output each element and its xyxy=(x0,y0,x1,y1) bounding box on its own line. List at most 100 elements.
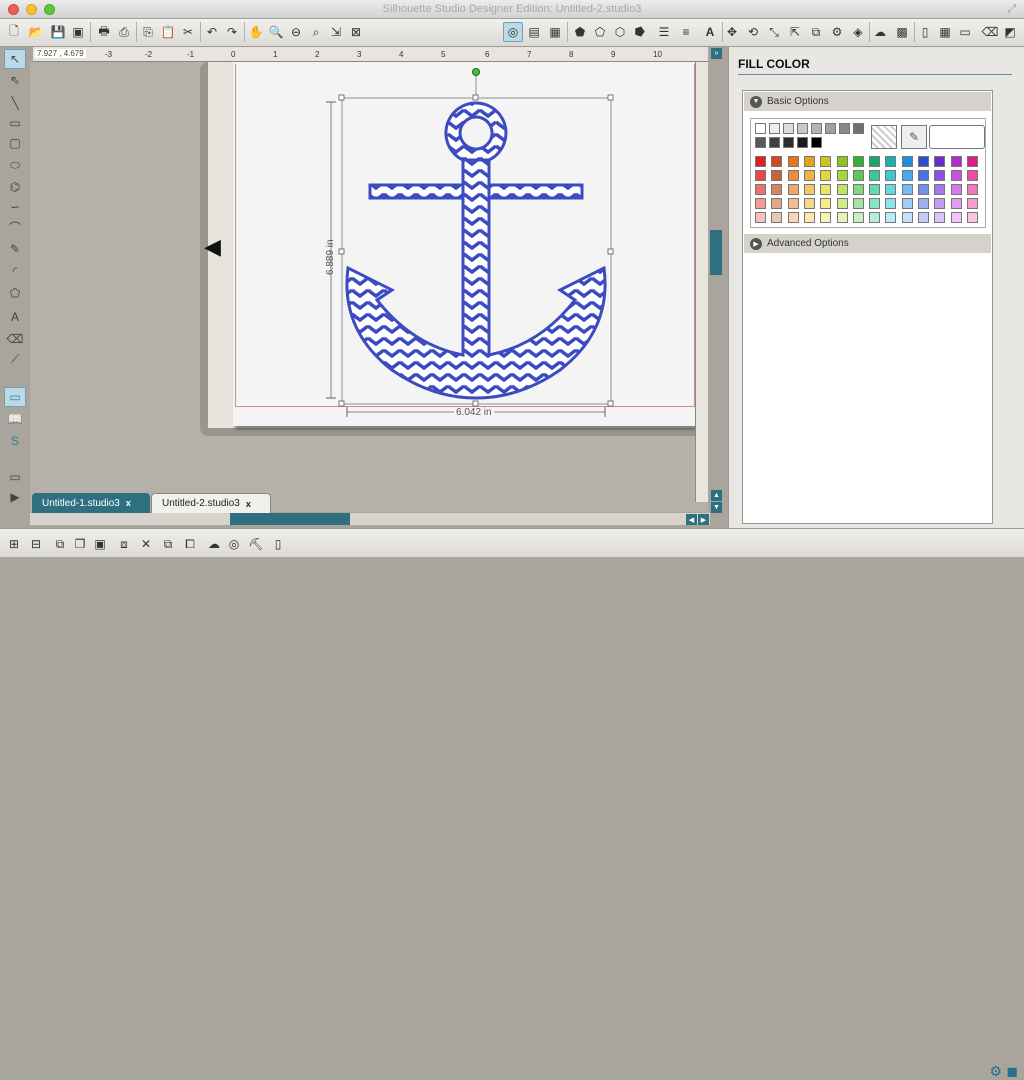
color-swatch[interactable] xyxy=(836,212,848,223)
color-swatch[interactable] xyxy=(803,212,815,223)
color-swatch[interactable] xyxy=(918,212,929,223)
color-swatch[interactable] xyxy=(966,170,978,181)
color-swatch[interactable] xyxy=(797,137,808,148)
color-swatch[interactable] xyxy=(852,170,864,181)
color-swatch[interactable] xyxy=(901,184,913,195)
tab-untitled-2[interactable]: Untitled-2.studio3 x xyxy=(151,493,271,513)
color-swatch[interactable] xyxy=(755,156,766,167)
tab-untitled-1[interactable]: Untitled-1.studio3 x xyxy=(32,493,150,513)
color-swatch[interactable] xyxy=(771,184,783,195)
color-swatch[interactable] xyxy=(934,184,946,195)
align-icon[interactable]: ⧉ xyxy=(50,534,70,554)
color-swatch[interactable] xyxy=(918,198,929,209)
color-swatch[interactable] xyxy=(966,212,978,223)
color-swatch[interactable] xyxy=(820,198,832,209)
scroll-up-icon[interactable]: ▲ xyxy=(711,490,722,501)
color-swatch[interactable] xyxy=(852,156,864,167)
color-swatch[interactable] xyxy=(836,184,848,195)
scroll-down-icon[interactable]: ▼ xyxy=(711,502,722,513)
color-swatch[interactable] xyxy=(885,170,897,181)
color-swatch[interactable] xyxy=(885,184,897,195)
color-swatch[interactable] xyxy=(825,123,836,134)
color-swatch[interactable] xyxy=(787,170,799,181)
color-swatch[interactable] xyxy=(934,170,946,181)
anchor-shape[interactable] xyxy=(345,101,607,400)
color-swatch[interactable] xyxy=(771,212,783,223)
color-swatch[interactable] xyxy=(803,198,815,209)
scroll-left-icon[interactable]: ◀ xyxy=(686,514,697,525)
ungroup-icon[interactable]: ⊟ xyxy=(26,534,46,554)
color-swatch[interactable] xyxy=(803,156,815,167)
scroll-thumb[interactable] xyxy=(230,513,350,525)
color-swatch[interactable] xyxy=(787,156,799,167)
advanced-options-header[interactable]: ▶ Advanced Options xyxy=(744,234,991,253)
color-swatch[interactable] xyxy=(869,212,881,223)
close-tab-icon[interactable]: x xyxy=(126,498,131,508)
eyedropper-icon[interactable]: ✎ xyxy=(901,125,927,149)
color-swatch[interactable] xyxy=(918,156,929,167)
color-swatch[interactable] xyxy=(885,156,897,167)
close-tab-icon[interactable]: x xyxy=(246,499,251,509)
color-swatch[interactable] xyxy=(787,198,799,209)
color-swatch[interactable] xyxy=(803,170,815,181)
color-swatch[interactable] xyxy=(783,123,794,134)
color-swatch[interactable] xyxy=(966,156,978,167)
color-swatch[interactable] xyxy=(885,212,897,223)
color-swatch[interactable] xyxy=(769,137,780,148)
color-swatch[interactable] xyxy=(771,198,783,209)
color-swatch[interactable] xyxy=(820,170,832,181)
duplicate-icon[interactable]: ❐ xyxy=(70,534,90,554)
color-swatch[interactable] xyxy=(852,184,864,195)
color-swatch[interactable] xyxy=(934,212,946,223)
color-swatch[interactable] xyxy=(901,170,913,181)
weld-icon[interactable]: ⧈ xyxy=(114,534,134,554)
no-fill-swatch[interactable] xyxy=(871,125,897,149)
group-icon[interactable]: ⊞ xyxy=(4,534,24,554)
scroll-right-icon[interactable]: ▶ xyxy=(698,514,709,525)
color-swatch[interactable] xyxy=(869,170,881,181)
color-swatch[interactable] xyxy=(934,198,946,209)
color-swatch[interactable] xyxy=(755,198,766,209)
color-swatch[interactable] xyxy=(966,198,978,209)
basic-options-header[interactable]: ▼ Basic Options xyxy=(744,92,991,111)
color-swatch[interactable] xyxy=(811,137,822,148)
color-swatch[interactable] xyxy=(950,198,962,209)
color-swatch[interactable] xyxy=(901,198,913,209)
color-swatch[interactable] xyxy=(901,212,913,223)
color-swatch[interactable] xyxy=(755,123,766,134)
color-swatch[interactable] xyxy=(771,170,783,181)
color-swatch[interactable] xyxy=(769,123,780,134)
color-swatch[interactable] xyxy=(803,184,815,195)
rotate-handle[interactable] xyxy=(472,68,480,76)
color-swatch[interactable] xyxy=(950,184,962,195)
color-swatch[interactable] xyxy=(771,156,783,167)
custom-color-swatch[interactable] xyxy=(929,125,985,149)
cut-apart-icon[interactable]: ✕ xyxy=(136,534,156,554)
color-swatch[interactable] xyxy=(787,184,799,195)
horizontal-scrollbar[interactable] xyxy=(30,513,710,525)
color-swatch[interactable] xyxy=(836,156,848,167)
color-swatch[interactable] xyxy=(852,198,864,209)
arrange-icon[interactable]: ▣ xyxy=(90,534,110,554)
color-swatch[interactable] xyxy=(836,198,848,209)
trace-bottom-icon[interactable]: ☁ xyxy=(204,534,224,554)
color-swatch[interactable] xyxy=(950,170,962,181)
bring-front-icon[interactable]: ⧉ xyxy=(158,534,178,554)
color-swatch[interactable] xyxy=(950,212,962,223)
page-icon[interactable]: ▯ xyxy=(268,534,288,554)
color-swatch[interactable] xyxy=(852,212,864,223)
color-swatch[interactable] xyxy=(934,156,946,167)
color-swatch[interactable] xyxy=(885,198,897,209)
target-icon[interactable]: ◎ xyxy=(224,534,244,554)
help-icon[interactable]: ◼ xyxy=(1006,1063,1018,1080)
color-swatch[interactable] xyxy=(869,184,881,195)
color-swatch[interactable] xyxy=(811,123,822,134)
color-swatch[interactable] xyxy=(755,137,766,148)
color-swatch[interactable] xyxy=(918,184,929,195)
color-swatch[interactable] xyxy=(853,123,864,134)
color-swatch[interactable] xyxy=(787,212,799,223)
fill-tool-icon[interactable]: ⛏ xyxy=(246,534,266,554)
color-swatch[interactable] xyxy=(755,184,766,195)
color-swatch[interactable] xyxy=(869,156,881,167)
color-swatch[interactable] xyxy=(783,137,794,148)
